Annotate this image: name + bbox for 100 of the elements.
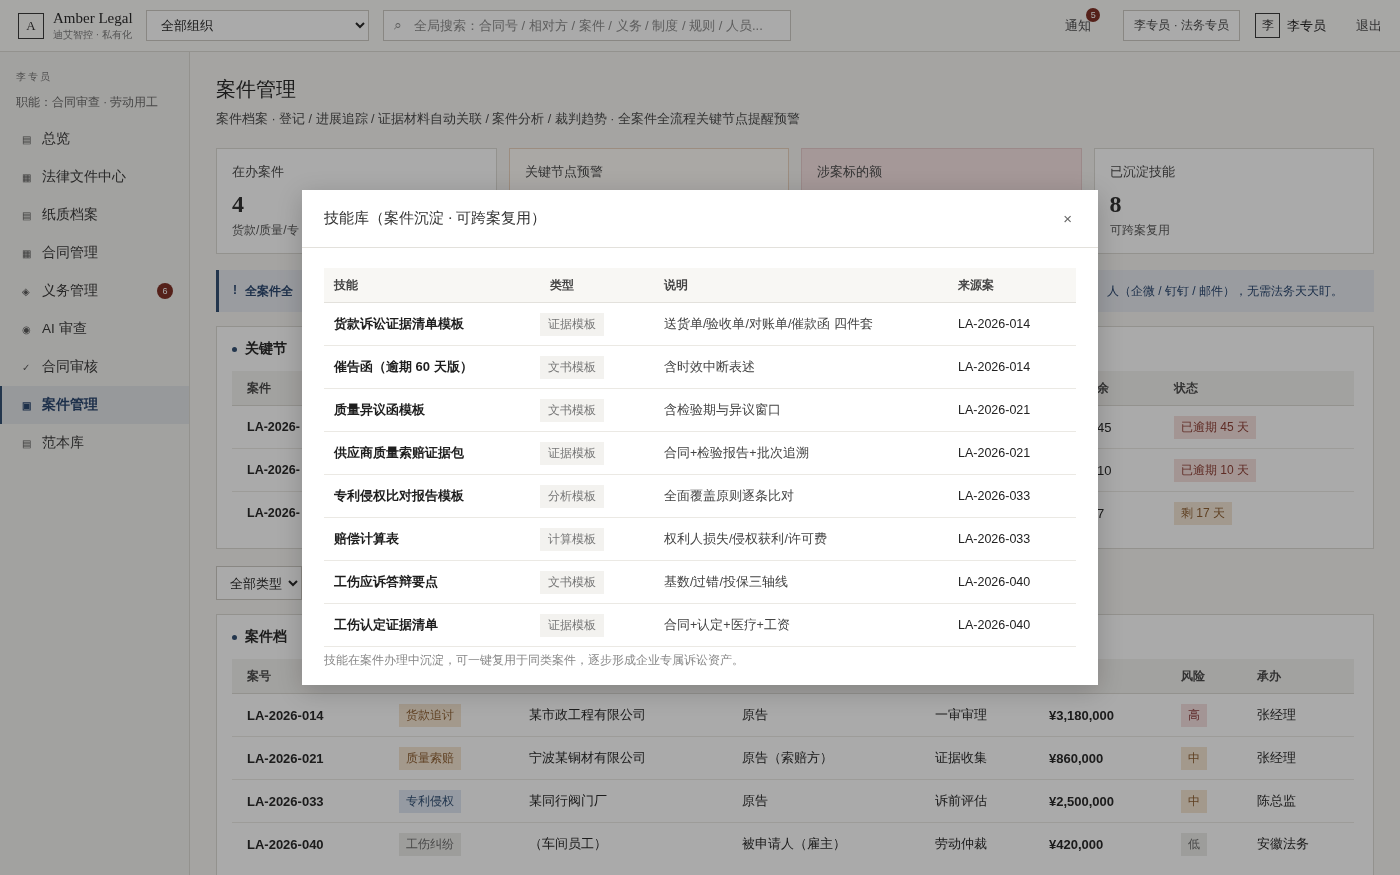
stat-label: 涉案标的额 [817,164,882,181]
table-cell: ¥3,180,000 [1049,707,1115,723]
logo-mark: A [18,12,44,39]
table-cell: 劳动仲裁 [935,835,987,853]
logout-link[interactable]: 退出 [1356,16,1382,35]
table-cell: 原告（索赔方） [742,749,833,767]
table-cell: 一审审理 [935,706,987,724]
organization-select[interactable]: 全部组织 [146,10,369,41]
template-type-tag: 证据模板 [540,441,604,465]
panel-title: 关键节 [245,340,287,358]
column-header: 类型 [550,276,574,294]
stat-label: 在办案件 [232,164,284,181]
table-cell: LA-2026-021 [958,446,1031,460]
table-cell: LA-2026- [247,463,300,477]
column-header: 风险 [1181,667,1205,685]
column-header: 余 [1097,379,1109,397]
table-cell: 工伤应诉答辩要点 [334,573,438,591]
nav-icon: ▣ [22,399,42,411]
page-title: 案件管理 [216,77,297,102]
status-tag: 剩 17 天 [1174,501,1232,525]
table-cell: 基数/过错/投保三轴线 [664,573,788,591]
bullet-icon [232,346,237,352]
page-subtitle: 案件档案 · 登记 / 进展追踪 / 证据材料自动关联 / 案件分析 / 裁判趋势 · 全案件全流程关键节点提醒预警 [216,111,801,128]
table-cell: 证据收集 [935,749,987,767]
sidebar-item[interactable]: ✓ 合同审核 [0,348,189,386]
case-type-tag: 质量索赔 [399,746,461,770]
table-cell: 诉前评估 [935,792,987,810]
table-cell: 某市政工程有限公司 [529,706,646,724]
table-cell: LA-2026-014 [247,707,324,723]
table-cell: ¥420,000 [1049,836,1104,852]
sidebar-item[interactable]: ▤ 总览 [0,120,189,158]
stat-note: 可跨案复用 [1109,222,1170,239]
table-cell: 张经理 [1257,706,1296,724]
risk-tag: 低 [1181,832,1207,856]
table-cell: 合同+认定+医疗+工资 [664,616,790,634]
status-tag: 已逾期 10 天 [1174,458,1256,482]
table-cell: 某同行阀门厂 [529,792,607,810]
sidebar-item[interactable]: ▤ 范本库 [0,424,189,462]
nav-icon: ▦ [22,171,42,183]
template-type-tag: 计算模板 [540,527,604,551]
table-cell: LA-2026-014 [958,317,1031,331]
column-header: 承办 [1257,667,1281,685]
nav-icon: ▦ [22,247,42,259]
table-cell: LA-2026-014 [958,360,1031,374]
template-type-tag: 文书模板 [540,355,604,379]
template-type-tag: 分析模板 [540,484,604,508]
nav-icon: ▤ [22,209,42,221]
risk-tag: 中 [1181,746,1207,770]
role-chip: 李专员 · 法务专员 [1123,10,1240,41]
table-cell: 陈总监 [1257,792,1296,810]
table-cell: ¥860,000 [1049,750,1104,766]
stat-value: 4 [232,191,244,218]
panel-title: 案件档 [245,628,287,646]
case-type-tag: 货款追讨 [399,703,461,727]
template-type-tag: 文书模板 [540,570,604,594]
column-header: 状态 [1174,379,1198,397]
dialog-title: 技能库（案件沉淀 · 可跨案复用） [324,209,547,228]
column-header: 案件 [247,379,271,397]
case-type-tag: 工伤纠纷 [399,832,461,856]
case-type-tag: 专利侵权 [399,789,461,813]
sidebar-user-name: 李专员 [16,70,53,84]
nav-icon: ◉ [22,323,42,335]
table-cell: 供应商质量索赔证据包 [334,444,464,462]
column-header: 技能 [334,276,358,294]
stat-label: 已沉淀技能 [1109,164,1175,181]
close-button[interactable]: × [1063,210,1072,227]
type-filter-select[interactable]: 全部类型 [216,566,302,600]
table-cell: 送货单/验收单/对账单/催款函 四件套 [664,315,873,333]
sidebar-item[interactable]: ◈ 义务管理 6 [0,272,189,310]
table-cell: 含检验期与异议窗口 [664,401,781,419]
table-cell: 合同+检验报告+批次追溯 [664,444,809,462]
table-cell: LA-2026-021 [958,403,1031,417]
risk-tag: 高 [1181,703,1207,727]
table-cell: 货款诉讼证据清单模板 [334,315,464,333]
alert-text: 全案件全 [245,282,293,300]
table-cell: LA-2026- [247,420,300,434]
sidebar-item[interactable]: ▣ 案件管理 [0,386,189,424]
status-tag: 已逾期 45 天 [1174,415,1256,439]
sidebar-item[interactable]: ▦ 法律文件中心 [0,158,189,196]
table-cell: LA-2026-040 [247,836,324,852]
sidebar-item[interactable]: ▤ 纸质档案 [0,196,189,234]
table-cell: 45 [1097,419,1112,435]
table-cell: 权利人损失/侵权获利/许可费 [664,530,827,548]
dialog-note: 技能在案件办理中沉淀，可一键复用于同类案件，逐步形成企业专属诉讼资产。 [324,653,745,668]
table-cell: LA-2026-040 [958,618,1031,632]
column-header: 来源案 [958,276,994,294]
brand-tagline: 迪艾智控 · 私有化 [53,27,133,42]
table-cell: 原告 [742,706,768,724]
alert-text: 人（企微 / 钉钉 / 邮件），无需法务天天盯。 [1107,282,1343,300]
table-cell: 10 [1097,462,1112,478]
template-type-tag: 证据模板 [540,613,604,637]
table-cell: ¥2,500,000 [1049,793,1115,809]
nav-icon: ✓ [22,361,42,373]
table-cell: 含时效中断表述 [664,358,755,376]
sidebar-item[interactable]: ◉ AI 审查 [0,310,189,348]
table-cell: LA-2026- [247,506,300,520]
stat-note: 货款/质量/专 [232,222,299,239]
sidebar-item[interactable]: ▦ 合同管理 [0,234,189,272]
table-cell: 质量异议函模板 [334,401,425,419]
table-cell: 张经理 [1257,749,1296,767]
